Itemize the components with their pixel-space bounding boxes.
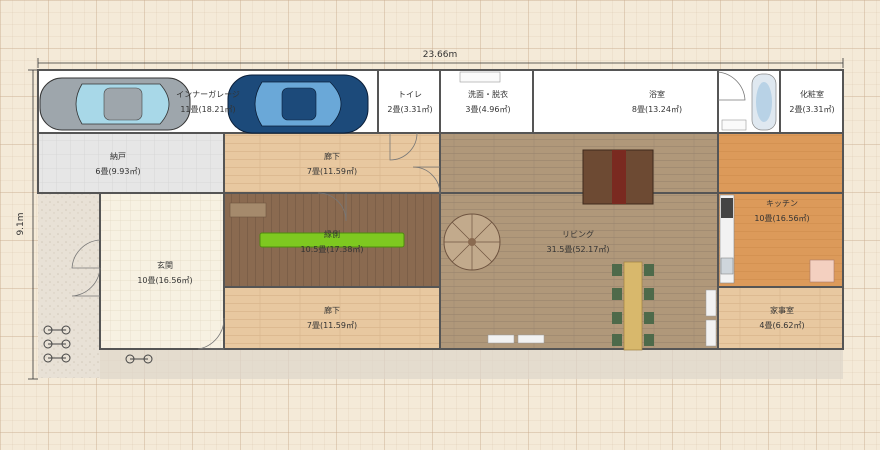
room-toilet[interactable]: [378, 70, 440, 133]
outdoor-strip: [100, 349, 843, 379]
room-hall2[interactable]: [224, 287, 440, 349]
room-entrance[interactable]: [100, 193, 224, 349]
kitchen-name: キッチン: [766, 199, 798, 208]
room-bath[interactable]: [533, 70, 718, 133]
stove-icon: [721, 198, 733, 218]
storage-name: 納戸: [110, 151, 126, 161]
toilet-area: 2畳(3.31㎡): [387, 105, 432, 114]
entrance-name: 玄関: [157, 260, 173, 270]
room-housework[interactable]: [718, 287, 843, 349]
engawa-name: 縁側: [324, 229, 340, 239]
shelf-icon: [705, 289, 717, 317]
spiral-stair-icon: [443, 213, 501, 271]
washroom-area: 3畳(4.96㎡): [465, 105, 510, 114]
room-powder[interactable]: [780, 70, 843, 133]
height-dimension: 9.1m: [16, 69, 38, 380]
height-label: 9.1m: [16, 212, 26, 235]
engawa-area: 10.5畳(17.38㎡): [301, 245, 364, 254]
garage-area: 11畳(18.21㎡): [180, 105, 235, 114]
hall2-area: 7畳(11.59㎡): [307, 321, 357, 330]
car-icon: [39, 77, 191, 131]
toilet-icon: [721, 119, 747, 131]
bench-icon: [229, 202, 267, 218]
housework-area: 4畳(6.62㎡): [759, 321, 804, 330]
storage-area: 6畳(9.93㎡): [95, 167, 140, 176]
powder-name: 化粧室: [800, 89, 824, 99]
width-label: 23.66m: [423, 50, 458, 60]
powder-area: 2畳(3.31㎡): [789, 105, 834, 114]
toilet-name: トイレ: [398, 90, 422, 99]
cabinet-icon: [517, 334, 545, 344]
room-storage[interactable]: [38, 133, 224, 193]
kitchen-area: 10畳(16.56㎡): [754, 214, 809, 223]
living-area: 31.5畳(52.17㎡): [547, 245, 610, 254]
width-dimension: 23.66m: [37, 50, 844, 68]
bath-area: 8畳(13.24㎡): [632, 105, 682, 114]
outdoor-area: [38, 193, 100, 378]
car-icon: [227, 74, 369, 134]
dining-bench-icon: [623, 261, 643, 351]
room-hall1[interactable]: [224, 133, 440, 193]
shelf-icon: [705, 319, 717, 347]
desk-icon: [809, 259, 835, 283]
bathtub-basin: [756, 82, 772, 122]
floor-plan: 23.66m 9.1m インナーガレージ 11畳(18.21㎡) トイレ 2畳(…: [16, 50, 844, 380]
sink-icon: [459, 71, 501, 83]
washroom-name: 洗面・脱衣: [468, 89, 508, 99]
hall2-name: 廊下: [324, 305, 340, 315]
table-runner: [612, 150, 626, 204]
living-name: リビング: [562, 229, 594, 239]
housework-name: 家事室: [770, 305, 794, 315]
hall1-area: 7畳(11.59㎡): [307, 167, 357, 176]
sink-icon: [720, 257, 734, 275]
bath-name: 浴室: [649, 89, 665, 99]
garage-name: インナーガレージ: [176, 89, 240, 99]
hall1-name: 廊下: [324, 151, 340, 161]
entrance-area: 10畳(16.56㎡): [137, 276, 192, 285]
cabinet-icon: [487, 334, 515, 344]
